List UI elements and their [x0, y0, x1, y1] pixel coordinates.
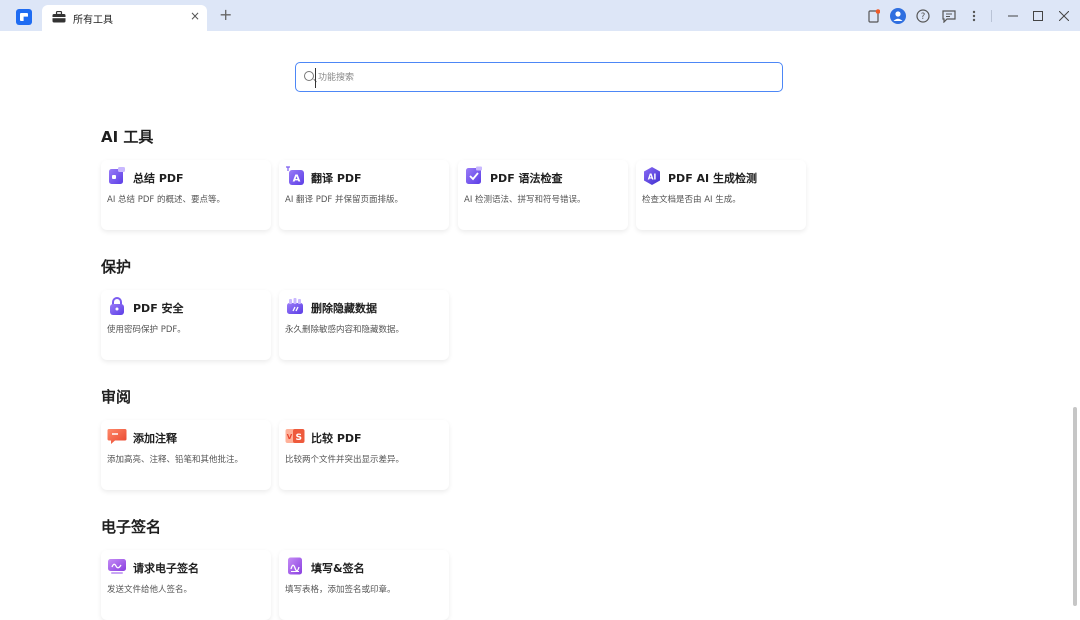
- tool-card-summarize-pdf[interactable]: 总结 PDF AI 总结 PDF 的概述、要点等。: [101, 160, 271, 230]
- ai-detect-icon: AI: [644, 167, 660, 185]
- tool-card-request-signature[interactable]: 请求电子签名 发送文件给他人签名。: [101, 550, 271, 620]
- tool-card-remove-hidden-data[interactable]: 删除隐藏数据 永久删除敏感内容和隐藏数据。: [279, 290, 449, 360]
- new-tab-button[interactable]: +: [219, 7, 232, 23]
- card-title: 总结 PDF: [133, 172, 184, 185]
- card-title: PDF 语法检查: [490, 172, 563, 185]
- grammar-check-icon: [466, 166, 482, 184]
- svg-text:?: ?: [921, 12, 926, 22]
- card-description: AI 检测语法、拼写和符号错误。: [464, 195, 586, 205]
- close-window-icon[interactable]: [1056, 8, 1072, 24]
- card-title: 请求电子签名: [133, 562, 199, 575]
- svg-text:V: V: [287, 433, 293, 441]
- section-title-ai-tools: AI 工具: [101, 128, 154, 146]
- card-title: PDF AI 生成检测: [668, 172, 757, 185]
- card-description: 填写表格，添加签名或印章。: [285, 585, 396, 595]
- card-description: 添加高亮、注释、铅笔和其他批注。: [107, 455, 244, 465]
- card-title: 翻译 PDF: [311, 172, 362, 185]
- tab-all-tools[interactable]: 所有工具 ×: [42, 5, 207, 31]
- tool-card-pdf-security[interactable]: PDF 安全 使用密码保护 PDF。: [101, 290, 271, 360]
- tool-card-ai-detect[interactable]: AI PDF AI 生成检测 检查文档是否由 AI 生成。: [636, 160, 806, 230]
- maximize-icon[interactable]: [1030, 8, 1046, 24]
- search-icon: [304, 71, 314, 81]
- card-title: 添加注释: [133, 432, 177, 445]
- search-input[interactable]: [315, 68, 760, 88]
- card-description: 发送文件给他人签名。: [107, 585, 193, 595]
- card-description: 检查文档是否由 AI 生成。: [642, 195, 741, 205]
- tool-card-add-comment[interactable]: 添加注释 添加高亮、注释、铅笔和其他批注。: [101, 420, 271, 490]
- svg-text:AI: AI: [648, 173, 657, 182]
- app-logo-icon: [16, 9, 32, 25]
- title-bar: 所有工具 × + ?: [0, 0, 1080, 31]
- remove-hidden-data-icon: [287, 298, 303, 314]
- vertical-scrollbar[interactable]: [1073, 407, 1077, 606]
- card-title: 删除隐藏数据: [311, 302, 377, 315]
- tab-label: 所有工具: [73, 15, 113, 26]
- card-description: 使用密码保护 PDF。: [107, 325, 186, 335]
- section-title-review: 审阅: [101, 388, 132, 406]
- search-box[interactable]: [295, 62, 783, 92]
- tool-card-translate-pdf[interactable]: A 翻译 PDF AI 翻译 PDF 并保留页面排版。: [279, 160, 449, 230]
- tab-close-icon[interactable]: ×: [190, 9, 200, 23]
- svg-text:A: A: [293, 174, 301, 185]
- tool-card-fill-sign[interactable]: 填写&签名 填写表格，添加签名或印章。: [279, 550, 449, 620]
- request-signature-icon: [108, 559, 126, 574]
- feedback-icon[interactable]: [941, 8, 957, 24]
- section-title-esign: 电子签名: [101, 518, 162, 536]
- summarize-icon: [109, 167, 125, 184]
- minimize-icon[interactable]: [1005, 8, 1021, 24]
- tool-card-grammar-check[interactable]: PDF 语法检查 AI 检测语法、拼写和符号错误。: [458, 160, 628, 230]
- card-title: PDF 安全: [133, 302, 184, 315]
- card-description: AI 翻译 PDF 并保留页面排版。: [285, 195, 403, 205]
- card-description: 比较两个文件并突出显示差异。: [285, 455, 405, 465]
- card-description: AI 总结 PDF 的概述、要点等。: [107, 195, 225, 205]
- tool-card-compare-pdf[interactable]: V S 比较 PDF 比较两个文件并突出显示差异。: [279, 420, 449, 490]
- titlebar-divider: [991, 10, 992, 22]
- comment-icon: [107, 429, 127, 444]
- help-icon[interactable]: ?: [915, 8, 931, 24]
- lock-icon: [110, 297, 124, 315]
- more-menu-icon[interactable]: [966, 8, 982, 24]
- card-title: 比较 PDF: [311, 432, 362, 445]
- fill-sign-icon: [288, 557, 302, 575]
- avatar[interactable]: [890, 8, 906, 24]
- card-description: 永久删除敏感内容和隐藏数据。: [285, 325, 405, 335]
- notification-icon[interactable]: [866, 8, 882, 24]
- translate-icon: A: [286, 166, 304, 185]
- svg-text:S: S: [296, 433, 302, 443]
- card-title: 填写&签名: [311, 562, 365, 575]
- compare-icon: V S: [285, 429, 305, 443]
- toolbox-icon: [52, 11, 66, 23]
- section-title-protect: 保护: [101, 258, 132, 276]
